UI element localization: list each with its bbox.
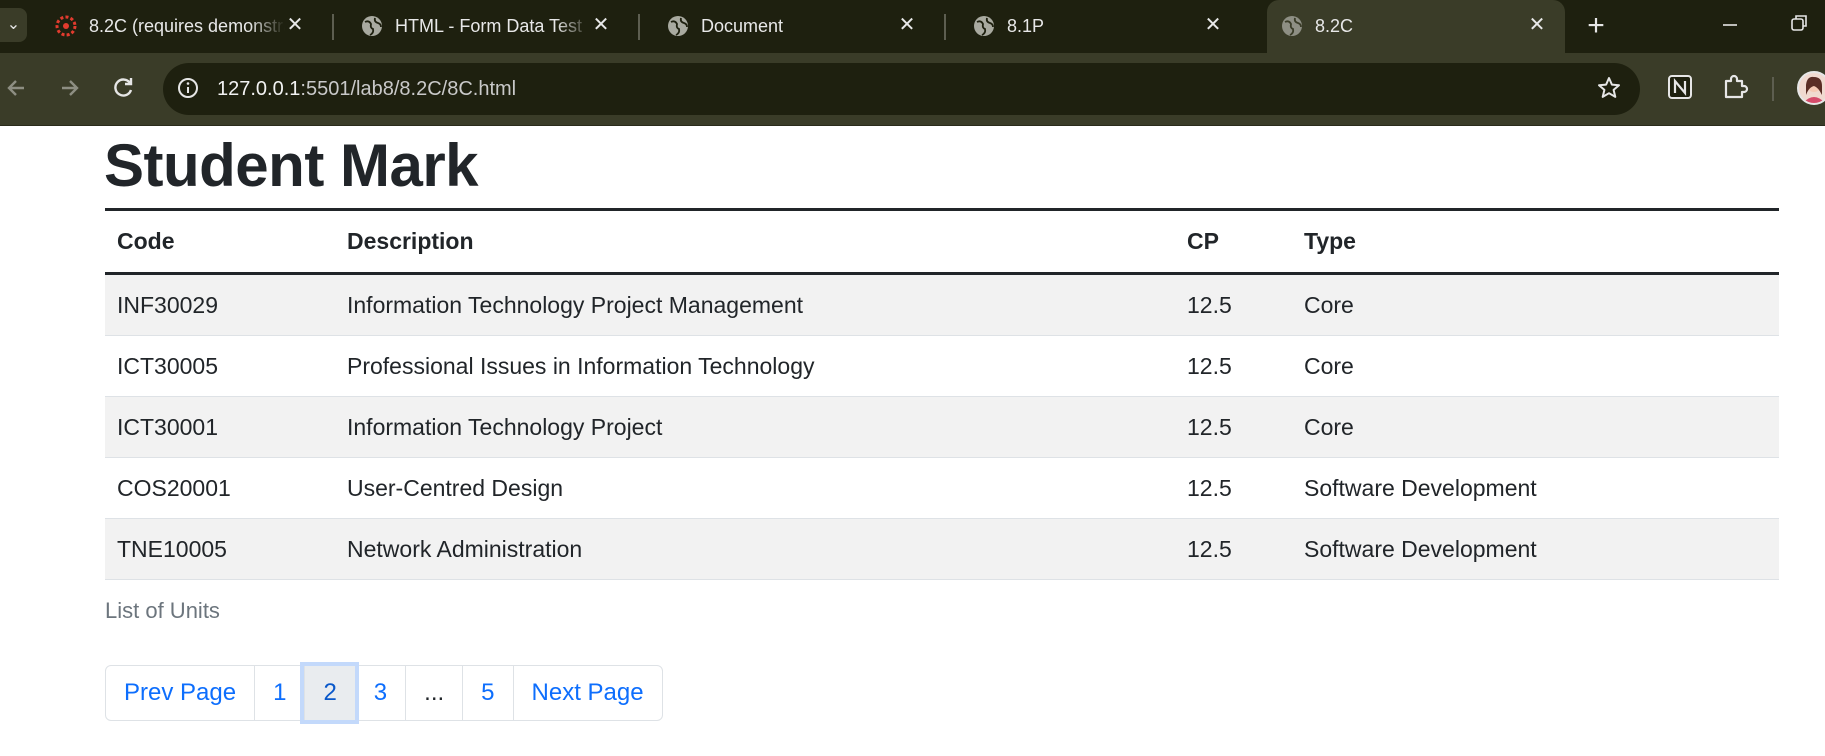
cell-code: TNE10005 bbox=[105, 518, 335, 580]
minimize-icon[interactable] bbox=[1710, 10, 1750, 40]
forward-arrow-icon[interactable] bbox=[52, 71, 86, 105]
cell-type: Core bbox=[1292, 273, 1779, 336]
url-host: 127.0.0.1 bbox=[217, 78, 301, 100]
cell-code: COS20001 bbox=[105, 457, 335, 519]
cell-type: Core bbox=[1292, 396, 1779, 458]
globe-icon bbox=[668, 16, 688, 36]
table-row: ICT30005 Professional Issues in Informat… bbox=[105, 335, 1779, 397]
tab-label: 8.2C bbox=[1315, 16, 1354, 36]
tab-close-icon[interactable]: ✕ bbox=[283, 13, 307, 37]
tab-label: HTML - Form Data Test bbox=[395, 16, 583, 36]
column-header-type: Type bbox=[1292, 208, 1779, 275]
cell-description: Information Technology Project bbox=[335, 396, 1175, 458]
browser-toolbar: 127.0.0.1:5501/lab8/8.2C/8C.html bbox=[0, 53, 1825, 126]
cell-code: ICT30005 bbox=[105, 335, 335, 397]
extensions-puzzle-icon[interactable] bbox=[1720, 72, 1750, 102]
table-row: INF30029 Information Technology Project … bbox=[105, 273, 1779, 336]
tab-html-form-data-test[interactable]: HTML - Form Data Test ✕ bbox=[333, 0, 640, 53]
cell-type: Software Development bbox=[1292, 457, 1779, 519]
tab-close-icon[interactable]: ✕ bbox=[1525, 13, 1549, 37]
reload-icon[interactable] bbox=[106, 71, 140, 105]
tab-8-2c-requires-demonstration[interactable]: 8.2C (requires demonstration) ✕ bbox=[27, 0, 334, 53]
cell-code: INF30029 bbox=[105, 273, 335, 336]
page-link-5[interactable]: 5 bbox=[462, 666, 512, 720]
cell-cp: 12.5 bbox=[1175, 396, 1292, 458]
cell-description: User-Centred Design bbox=[335, 457, 1175, 519]
url-text[interactable]: 127.0.0.1:5501/lab8/8.2C/8C.html bbox=[217, 77, 516, 101]
tab-search-chevron-icon[interactable]: ⌄ bbox=[0, 8, 27, 42]
notion-extension-icon[interactable] bbox=[1665, 72, 1695, 102]
url-path: :5501/lab8/8.2C/8C.html bbox=[300, 78, 517, 100]
table-row: COS20001 User-Centred Design 12.5 Softwa… bbox=[105, 457, 1779, 519]
tab-label: 8.2C (requires demonstration) bbox=[89, 16, 285, 36]
tab-close-icon[interactable]: ✕ bbox=[589, 13, 613, 37]
canvas-lms-icon bbox=[55, 15, 77, 37]
address-bar[interactable]: 127.0.0.1:5501/lab8/8.2C/8C.html bbox=[163, 63, 1640, 115]
column-header-code: Code bbox=[105, 208, 335, 275]
page-title: Student Mark bbox=[104, 132, 479, 199]
tab-strip: ⌄ 8.2C (requires demonstration) ✕ HTML -… bbox=[0, 0, 1825, 53]
cell-cp: 12.5 bbox=[1175, 273, 1292, 336]
tab-close-icon[interactable]: ✕ bbox=[1201, 13, 1225, 37]
table-row: TNE10005 Network Administration 12.5 Sof… bbox=[105, 518, 1779, 580]
globe-icon bbox=[974, 16, 994, 36]
globe-icon bbox=[1282, 16, 1302, 36]
cell-cp: 12.5 bbox=[1175, 518, 1292, 580]
cell-type: Core bbox=[1292, 335, 1779, 397]
cell-type: Software Development bbox=[1292, 518, 1779, 580]
tab-close-icon[interactable]: ✕ bbox=[895, 13, 919, 37]
toolbar-divider bbox=[1772, 77, 1774, 101]
restore-window-icon[interactable] bbox=[1779, 10, 1819, 40]
cell-description: Professional Issues in Information Techn… bbox=[335, 335, 1175, 397]
tab-label: Document bbox=[701, 16, 784, 36]
globe-icon bbox=[362, 16, 382, 36]
page-link-1[interactable]: 1 bbox=[254, 666, 304, 720]
prev-page-link[interactable]: Prev Page bbox=[106, 666, 254, 720]
tab-label: 8.1P bbox=[1007, 16, 1045, 36]
page-link-2-current[interactable]: 2 bbox=[304, 666, 355, 720]
page-link-3[interactable]: 3 bbox=[354, 666, 405, 720]
page-content: Student Mark Code Description CP Type IN… bbox=[0, 126, 1825, 756]
units-table: Code Description CP Type INF30029 Inform… bbox=[105, 208, 1779, 580]
table-header-row: Code Description CP Type bbox=[105, 208, 1779, 275]
bookmark-star-icon[interactable] bbox=[1596, 75, 1622, 101]
tab-document[interactable]: Document ✕ bbox=[639, 0, 946, 53]
column-header-description: Description bbox=[335, 208, 1175, 275]
next-page-link[interactable]: Next Page bbox=[512, 666, 662, 720]
new-tab-button[interactable]: + bbox=[1581, 11, 1611, 42]
table-row: ICT30001 Information Technology Project … bbox=[105, 396, 1779, 458]
profile-avatar[interactable] bbox=[1797, 71, 1825, 105]
back-arrow-icon[interactable] bbox=[0, 71, 34, 105]
page-ellipsis: ... bbox=[405, 666, 462, 720]
tab-8-2c-active[interactable]: 8.2C ✕ bbox=[1267, 0, 1565, 53]
cell-code: ICT30001 bbox=[105, 396, 335, 458]
cell-cp: 12.5 bbox=[1175, 457, 1292, 519]
cell-cp: 12.5 bbox=[1175, 335, 1292, 397]
column-header-cp: CP bbox=[1175, 208, 1292, 275]
pagination: Prev Page 1 2 3 ... 5 Next Page bbox=[105, 665, 663, 721]
table-caption: List of Units bbox=[105, 598, 220, 623]
site-info-icon[interactable] bbox=[177, 77, 199, 99]
cell-description: Network Administration bbox=[335, 518, 1175, 580]
cell-description: Information Technology Project Managemen… bbox=[335, 273, 1175, 336]
tab-8-1p[interactable]: 8.1P ✕ bbox=[945, 0, 1251, 53]
